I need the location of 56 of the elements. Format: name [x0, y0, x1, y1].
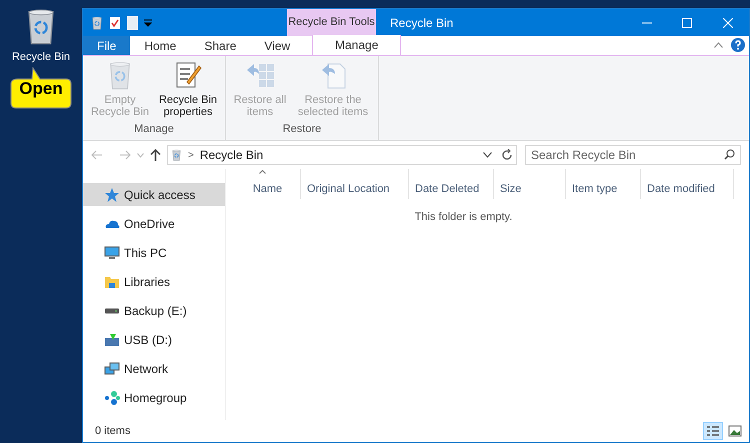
ribbon-tab[interactable]: Home	[130, 36, 190, 55]
close-icon	[723, 18, 733, 28]
view-toggle-button[interactable]	[703, 422, 723, 440]
search-icon	[724, 149, 735, 160]
help-icon[interactable]	[731, 38, 745, 52]
group-label: Restore	[282, 122, 322, 136]
up-arrow-icon[interactable]	[150, 149, 161, 161]
nav-pane-item[interactable]: Backup (E:)	[83, 299, 225, 322]
ribbon-tab[interactable]: Manage	[312, 35, 402, 55]
group-label: Manage	[134, 122, 174, 136]
star-icon	[104, 186, 120, 202]
sort-caret-icon	[259, 170, 266, 174]
column-header[interactable]: Size	[494, 169, 566, 199]
nav-pane-item[interactable]: USB (D:)	[83, 328, 225, 351]
monitor-icon	[104, 244, 120, 260]
window-title: Recycle Bin	[390, 14, 454, 32]
desktop-icon-label: Recycle Bin	[12, 50, 70, 65]
nav-pane-item[interactable]: Libraries	[83, 270, 225, 293]
search-field[interactable]: Search Recycle Bin	[525, 145, 741, 165]
column-header[interactable]: Name	[229, 169, 301, 199]
breadcrumb-separator: >	[188, 148, 194, 162]
nav-pane-item[interactable]: Network	[83, 357, 225, 380]
file-tab[interactable]: File	[83, 36, 130, 55]
address-bar[interactable]: > Recycle Bin	[167, 145, 517, 165]
item-count: 0 items	[95, 424, 130, 439]
breadcrumb[interactable]: Recycle Bin	[200, 146, 477, 164]
nav-pane-item[interactable]: Quick access	[83, 183, 225, 206]
collapse-ribbon-icon[interactable]	[714, 42, 723, 48]
recycle-bin-icon	[171, 149, 182, 161]
ribbon-tab[interactable]: Share	[190, 36, 250, 55]
nav-pane-item[interactable]: This PC	[83, 241, 225, 264]
page-icon[interactable]	[127, 16, 138, 30]
homegroup-icon	[104, 390, 120, 406]
details-view-icon	[706, 424, 720, 438]
checklist-icon[interactable]	[109, 16, 121, 30]
refresh-icon[interactable]	[501, 149, 513, 161]
open-callout: Open	[8, 66, 74, 108]
drive-icon	[104, 308, 120, 314]
column-header[interactable]: Date modified	[641, 169, 734, 199]
minimize-icon	[642, 22, 652, 24]
column-header[interactable]: Original Location	[301, 169, 409, 199]
column-header[interactable]: Date Deleted	[409, 169, 494, 199]
usb-drive-icon	[104, 332, 120, 348]
nav-pane-item[interactable]: OneDrive	[83, 212, 225, 235]
chevron-down-icon[interactable]	[483, 152, 492, 158]
column-header[interactable]: Item type	[566, 169, 641, 199]
dropdown-icon[interactable]	[144, 18, 152, 26]
network-icon	[104, 360, 120, 376]
context-tab-header: Recycle Bin Tools	[287, 9, 376, 36]
maximize-icon	[682, 18, 692, 28]
ribbon-button[interactable]: Recycle Bin properties	[155, 58, 221, 120]
nav-pane-item[interactable]: Homegroup	[83, 386, 225, 409]
empty-folder-message: This folder is empty.	[414, 210, 512, 225]
ribbon-tab[interactable]: View	[250, 36, 304, 55]
picture-view-icon	[728, 424, 742, 438]
recycle-bin-icon	[91, 16, 103, 30]
